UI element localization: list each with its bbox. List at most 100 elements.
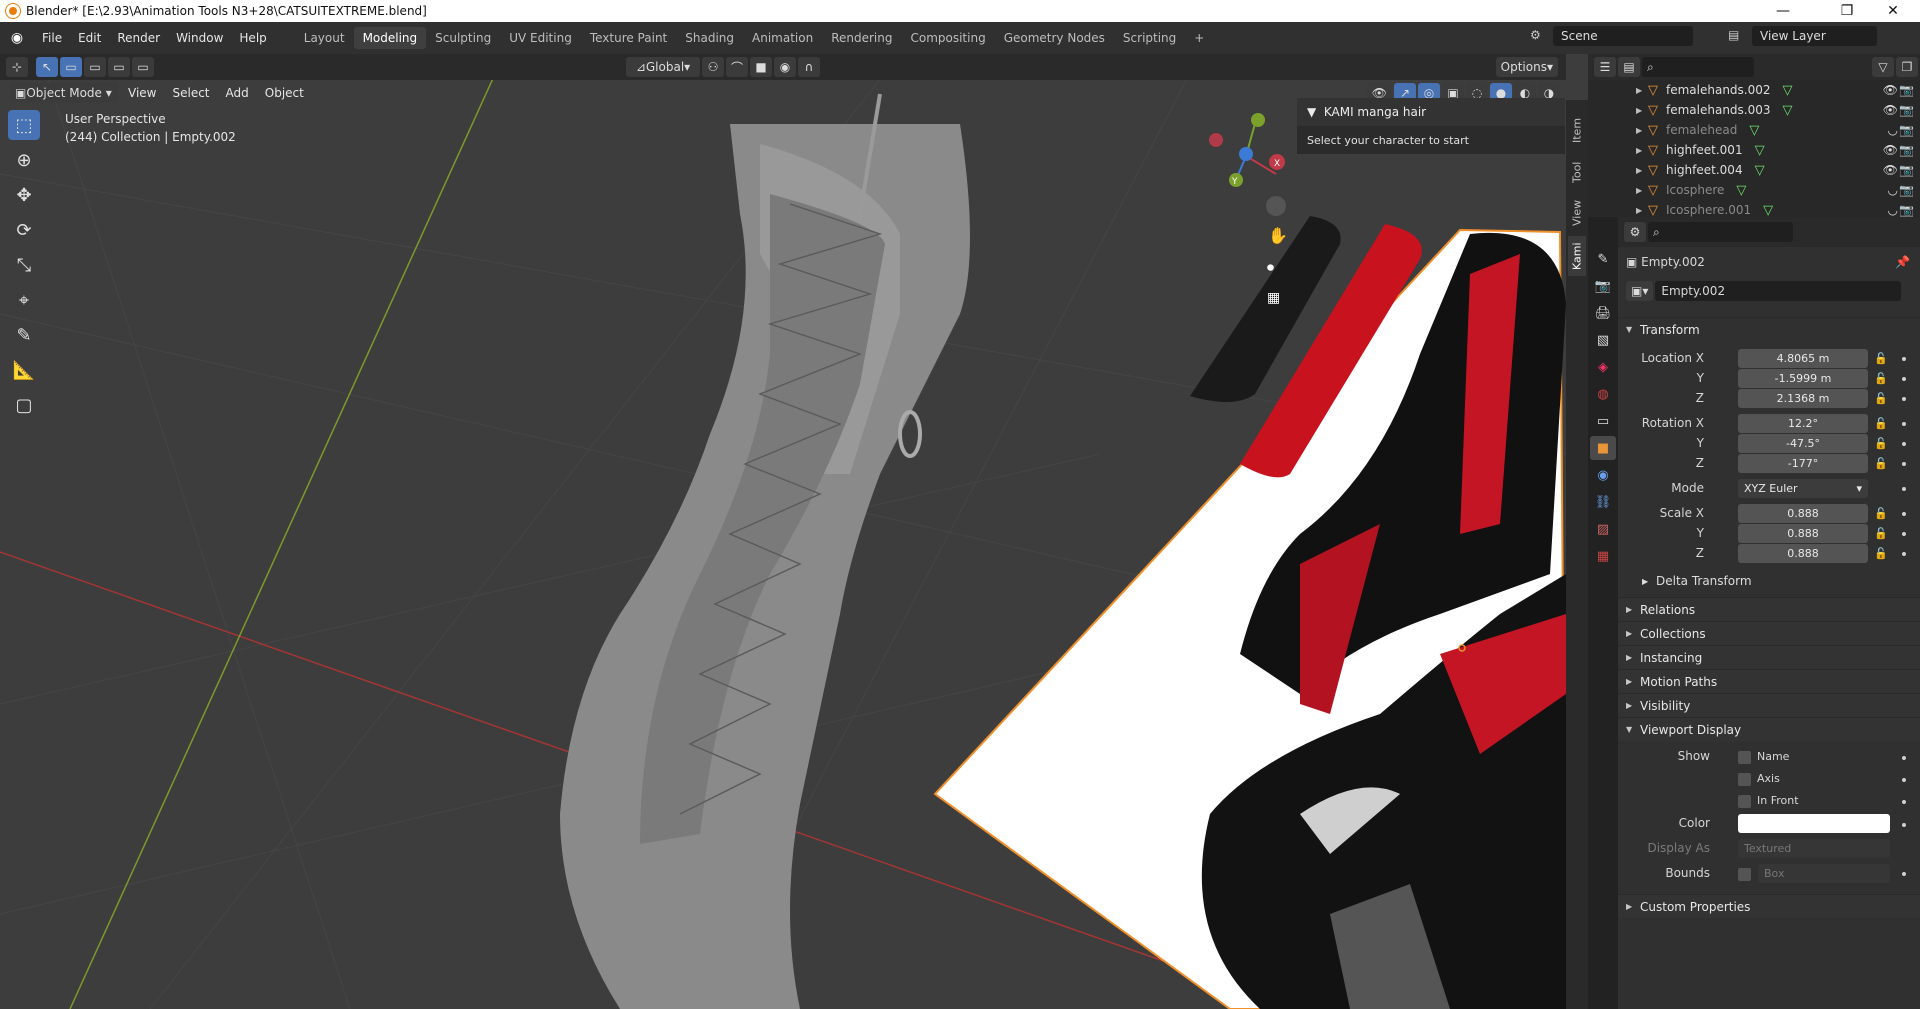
location-x-field[interactable]: 4.8065 m xyxy=(1738,349,1868,368)
keyframe-dot-icon[interactable] xyxy=(1902,462,1906,466)
keyframe-dot-icon[interactable] xyxy=(1902,397,1906,401)
scale-y-field[interactable]: 0.888 xyxy=(1738,524,1868,543)
camera-icon[interactable]: 📷 xyxy=(1899,103,1914,117)
keyframe-dot-icon[interactable] xyxy=(1902,552,1906,556)
scene-props-icon[interactable]: ◈ xyxy=(1590,355,1616,379)
lock-rotation-z-icon[interactable]: 🔓 xyxy=(1874,457,1888,470)
menu-object[interactable]: Object xyxy=(257,86,312,100)
transform-section-header[interactable]: ▼ Transform xyxy=(1618,317,1920,341)
collection-props-icon[interactable]: ▭ xyxy=(1590,409,1616,433)
camera-icon[interactable]: 📷 xyxy=(1899,83,1914,97)
camera-icon[interactable]: 📷 xyxy=(1899,143,1914,157)
keyframe-dot-icon[interactable] xyxy=(1902,357,1906,361)
outliner-search-input[interactable]: ⌕ xyxy=(1642,57,1754,77)
lock-scale-y-icon[interactable]: 🔓 xyxy=(1874,527,1888,540)
in-front-checkbox[interactable] xyxy=(1738,795,1751,808)
minimize-button[interactable]: — xyxy=(1760,0,1806,22)
rotate-icon[interactable]: ⟳ xyxy=(8,215,40,245)
location-z-field[interactable]: 2.1368 m xyxy=(1738,389,1868,408)
keyframe-dot-icon[interactable] xyxy=(1902,756,1906,760)
new-collection-icon[interactable]: ❐ xyxy=(1896,57,1918,77)
select-mode-extend-icon[interactable]: ▭ xyxy=(84,57,106,77)
scale-x-field[interactable]: 0.888 xyxy=(1738,504,1868,523)
camera-icon[interactable]: 📷 xyxy=(1899,203,1914,217)
lock-rotation-x-icon[interactable]: 🔓 xyxy=(1874,417,1888,430)
outliner-row[interactable]: ▶ ▽ highfeet.001 ▽ 👁 📷 xyxy=(1588,140,1920,160)
tab-texture-paint[interactable]: Texture Paint xyxy=(581,27,676,49)
keyframe-dot-icon[interactable] xyxy=(1902,487,1906,491)
camera-icon[interactable]: 📷 xyxy=(1899,123,1914,137)
render-props-icon[interactable]: 📷 xyxy=(1590,274,1616,298)
outliner-row[interactable]: ▶ ▽ Icosphere.001 ▽ ◡ 📷 xyxy=(1588,200,1920,218)
select-mode-subtract-icon[interactable]: ▭ xyxy=(108,57,130,77)
navigation-gizmo[interactable]: X Y xyxy=(1209,113,1285,187)
select-tool-icon[interactable]: ↖ xyxy=(36,57,58,77)
tab-uv-editing[interactable]: UV Editing xyxy=(500,27,581,49)
proportional-edit-icon[interactable]: ◉ xyxy=(774,57,797,77)
lock-location-z-icon[interactable]: 🔓 xyxy=(1874,392,1888,405)
tab-sculpting[interactable]: Sculpting xyxy=(426,27,500,49)
tab-kami[interactable]: Kami xyxy=(1568,236,1586,276)
constraints-props-icon[interactable]: ⛓ xyxy=(1590,490,1616,514)
camera-icon[interactable]: 📷 xyxy=(1899,163,1914,177)
outliner-row[interactable]: ▶ ▽ Icosphere ▽ ◡ 📷 xyxy=(1588,180,1920,200)
lock-location-x-icon[interactable]: 🔓 xyxy=(1874,352,1888,365)
scale-icon[interactable]: ⤡ xyxy=(8,250,40,280)
tab-geometry-nodes[interactable]: Geometry Nodes xyxy=(995,27,1114,49)
menu-file[interactable]: File xyxy=(34,31,70,45)
show-name-checkbox[interactable] xyxy=(1738,751,1751,764)
physics-props-icon[interactable]: ◉ xyxy=(1590,463,1616,487)
texture-props-icon[interactable]: ▦ xyxy=(1590,544,1616,568)
menu-edit[interactable]: Edit xyxy=(70,31,109,45)
tab-shading[interactable]: Shading xyxy=(676,27,743,49)
scale-z-field[interactable]: 0.888 xyxy=(1738,544,1868,563)
close-button[interactable]: ✕ xyxy=(1870,0,1916,22)
outliner-editor-icon[interactable]: ☰ xyxy=(1594,57,1616,77)
pin-icon[interactable]: 📌 xyxy=(1895,255,1910,269)
rotation-z-field[interactable]: -177° xyxy=(1738,454,1868,473)
expand-arrow-icon[interactable]: ▶ xyxy=(1636,106,1648,115)
options-dropdown[interactable]: Options ▾ xyxy=(1495,57,1558,77)
location-y-field[interactable]: -1.5999 m xyxy=(1738,369,1868,388)
select-box-icon[interactable]: ⬚ xyxy=(8,110,40,140)
zoom-icon[interactable] xyxy=(1266,196,1286,216)
motion-paths-section-header[interactable]: ▶ Motion Paths xyxy=(1618,669,1920,693)
tool-props-icon[interactable]: ✎ xyxy=(1590,247,1616,271)
expand-arrow-icon[interactable]: ▶ xyxy=(1636,206,1648,215)
lock-scale-z-icon[interactable]: 🔓 xyxy=(1874,547,1888,560)
expand-arrow-icon[interactable]: ▶ xyxy=(1636,126,1648,135)
menu-help[interactable]: Help xyxy=(231,31,274,45)
annotate-icon[interactable]: ✎ xyxy=(8,320,40,350)
collections-section-header[interactable]: ▶ Collections xyxy=(1618,621,1920,645)
lock-location-y-icon[interactable]: 🔓 xyxy=(1874,372,1888,385)
pivot-icon[interactable]: ⚇ xyxy=(702,57,724,77)
instancing-section-header[interactable]: ▶ Instancing xyxy=(1618,645,1920,669)
expand-arrow-icon[interactable]: ▶ xyxy=(1636,86,1648,95)
tab-compositing[interactable]: Compositing xyxy=(901,27,994,49)
rotation-mode-dropdown[interactable]: XYZ Euler ▾ xyxy=(1738,479,1868,498)
viewport-display-section-header[interactable]: ▼ Viewport Display xyxy=(1618,717,1920,741)
lock-rotation-y-icon[interactable]: 🔓 xyxy=(1874,437,1888,450)
relations-section-header[interactable]: ▶ Relations xyxy=(1618,597,1920,621)
outliner-row[interactable]: ▶ ▽ femalehead ▽ ◡ 📷 xyxy=(1588,120,1920,140)
menu-add[interactable]: Add xyxy=(218,86,257,100)
filter-icon[interactable]: ▽ xyxy=(1872,57,1894,77)
eye-icon[interactable]: 👁 xyxy=(1883,143,1898,157)
data-props-icon[interactable]: ▨ xyxy=(1590,517,1616,541)
select-mode-new-icon[interactable]: ▭ xyxy=(60,57,82,77)
keyframe-dot-icon[interactable] xyxy=(1902,872,1906,876)
world-props-icon[interactable]: ◍ xyxy=(1590,382,1616,406)
outliner-row[interactable]: ▶ ▽ highfeet.004 ▽ 👁 📷 xyxy=(1588,160,1920,180)
properties-editor-icon[interactable]: ⚙ xyxy=(1624,222,1646,242)
camera-view-icon[interactable]: ⏺ xyxy=(1267,260,1274,276)
display-as-dropdown[interactable]: Textured xyxy=(1738,839,1890,858)
keyframe-dot-icon[interactable] xyxy=(1902,512,1906,516)
keyframe-dot-icon[interactable] xyxy=(1902,377,1906,381)
snap-target-icon[interactable]: ■ xyxy=(750,57,773,77)
measure-icon[interactable]: 📐 xyxy=(8,355,40,385)
object-props-icon[interactable]: ■ xyxy=(1590,436,1616,460)
add-cube-icon[interactable]: ▢ xyxy=(8,390,40,420)
move-icon[interactable]: ✥ xyxy=(8,180,40,210)
outliner-row[interactable]: ▶ ▽ femalehands.003 ▽ 👁 📷 xyxy=(1588,100,1920,120)
menu-render[interactable]: Render xyxy=(109,31,168,45)
